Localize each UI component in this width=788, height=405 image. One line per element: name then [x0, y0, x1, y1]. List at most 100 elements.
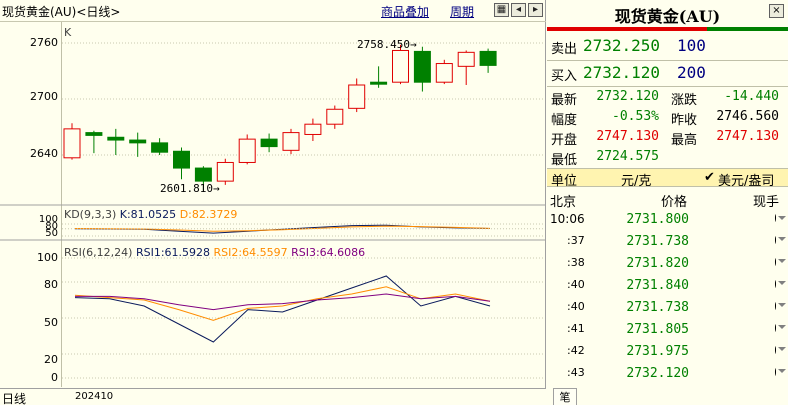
app-window: 现货黄金(AU)<日线> 商品叠加 周期 ▦ ◂ ▸ 2758.450→ 2601…	[0, 0, 788, 405]
trade-price: 2731.820	[626, 256, 689, 271]
quote-header: 现货黄金(AU) ×	[547, 0, 788, 30]
buy-ratio-bar	[707, 27, 788, 31]
rsi3-line	[75, 293, 491, 311]
candle-body	[282, 132, 300, 151]
scroll-arrow-icon	[778, 369, 786, 373]
trade-time: :43	[567, 366, 585, 379]
candle-body	[129, 139, 147, 144]
candle-body	[63, 128, 81, 159]
candle-body	[85, 132, 103, 136]
stat-label: 最新	[551, 93, 578, 108]
trade-volume: 0	[727, 256, 782, 271]
candle-body	[194, 167, 212, 182]
low-price-marker: 2601.810→	[160, 182, 220, 195]
trades-scrollbar[interactable]	[776, 209, 788, 389]
kd-tick-label: 50	[45, 228, 58, 239]
rsi1-line	[74, 275, 491, 343]
candle-body	[479, 50, 497, 66]
rsi-header: RSI(6,12,24) RSI1:61.5928 RSI2:64.5597 R…	[64, 246, 365, 259]
candle-body	[304, 123, 322, 135]
rsi3-value: RSI3:64.6086	[291, 246, 366, 259]
period-tab[interactable]: 日线	[2, 390, 26, 405]
trade-time: 10:06	[550, 212, 585, 226]
kd-d-value: D:82.3729	[179, 208, 238, 221]
close-icon[interactable]: ×	[769, 4, 784, 18]
date-axis-label: 202410	[75, 391, 114, 402]
kd-k-value: K:81.0525	[119, 208, 177, 221]
candle-body	[370, 81, 388, 85]
stat-value: -14.440	[724, 89, 779, 104]
divider	[547, 86, 788, 87]
candle-body	[151, 142, 169, 153]
candlestick-chart[interactable]: 2758.450→ 2601.810→	[0, 0, 546, 388]
candle-body	[348, 84, 366, 109]
buy-price: 2732.120	[583, 63, 661, 82]
price-tick-label: 2640	[30, 147, 58, 160]
candle-body	[216, 161, 234, 182]
trade-price: 2731.738	[626, 234, 689, 249]
trade-time: :41	[567, 322, 585, 335]
trades-header: 北京 价格 现手	[547, 189, 788, 210]
stat-label: 开盘	[551, 133, 578, 148]
sell-label: 卖出	[551, 42, 578, 57]
rsi-tick-label: 50	[44, 316, 58, 329]
unit-check-icon[interactable]: ✔	[704, 170, 715, 185]
scroll-arrow-icon	[778, 281, 786, 285]
kd-header: KD(9,3,3) K:81.0525 D:82.3729	[64, 208, 237, 221]
divider	[547, 60, 788, 61]
trade-time: :38	[567, 256, 585, 269]
quote-title: 现货黄金(AU)	[614, 7, 721, 26]
trade-time: :40	[567, 278, 585, 291]
trade-time: :40	[567, 300, 585, 313]
rsi-tick-label: 0	[51, 371, 58, 384]
trade-time: :37	[567, 234, 585, 247]
rsi-name: RSI(6,12,24)	[64, 246, 133, 259]
stat-value: 2732.120	[596, 89, 659, 104]
price-tick-label: 2700	[30, 90, 58, 103]
unit-row: 单位 元/克 ✔ 美元/盎司	[547, 168, 788, 189]
trade-volume: 0	[727, 234, 782, 249]
scroll-arrow-icon	[778, 259, 786, 263]
rsi-tick-label: 80	[44, 278, 58, 291]
trade-volume: 0	[727, 344, 782, 359]
candle-body	[392, 49, 409, 83]
scroll-arrow-icon	[778, 216, 786, 220]
scroll-arrow-icon	[778, 303, 786, 307]
trade-volume: 0	[727, 278, 782, 293]
unit-value: 元/克	[621, 174, 652, 189]
pen-tab[interactable]: 笔	[553, 388, 577, 405]
scroll-arrow-icon	[778, 237, 786, 241]
sell-price: 2732.250	[583, 36, 661, 55]
kd-name: KD(9,3,3)	[64, 208, 117, 221]
candle-body	[413, 50, 431, 83]
chart-panel: 现货黄金(AU)<日线> 商品叠加 周期 ▦ ◂ ▸ 2758.450→ 2601…	[0, 0, 546, 405]
time-column-header: 北京	[550, 195, 577, 210]
buy-volume: 200	[677, 63, 706, 82]
trade-price: 2731.738	[626, 300, 689, 315]
unit-label: 单位	[551, 174, 578, 189]
stat-label: 昨收	[671, 113, 698, 128]
rsi2-value: RSI2:64.5597	[213, 246, 288, 259]
buy-sell-ratio-bar	[547, 27, 788, 31]
trade-price: 2731.975	[626, 344, 689, 359]
quote-panel: 现货黄金(AU) × 卖出 2732.250 100 买入 2732.120 2…	[547, 0, 788, 405]
bottom-bar: 日线 202410	[0, 388, 546, 405]
price-tick-label: 2760	[30, 36, 58, 49]
sell-volume: 100	[677, 36, 706, 55]
rsi-tick-label: 100	[37, 251, 58, 264]
unit-alt-option[interactable]: 美元/盎司	[718, 170, 774, 189]
trade-price: 2731.805	[626, 322, 689, 337]
scroll-arrow-icon	[778, 325, 786, 329]
stat-value: 2746.560	[716, 109, 779, 124]
candle-body	[457, 51, 475, 67]
stat-label: 幅度	[551, 113, 578, 128]
rsi-tick-label: 20	[44, 353, 58, 366]
k-label: K	[64, 26, 72, 39]
stat-label: 最高	[671, 133, 698, 148]
trade-price: 2731.800	[626, 212, 689, 227]
volume-column-header: 现手	[753, 195, 780, 210]
stat-value: 2747.130	[596, 129, 659, 144]
stat-value: 2724.575	[596, 149, 659, 164]
trade-volume: 0	[727, 322, 782, 337]
high-price-marker: 2758.450→	[357, 38, 417, 51]
